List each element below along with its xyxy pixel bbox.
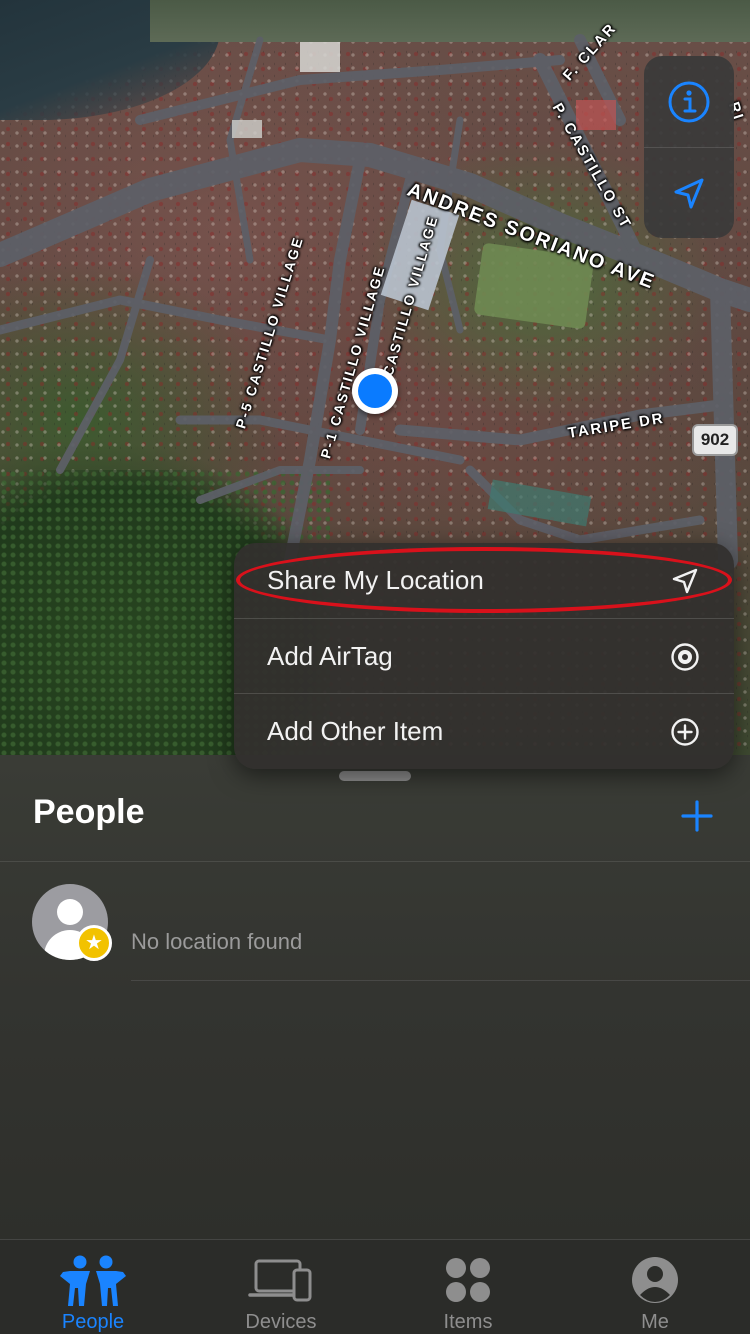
location-arrow-icon	[674, 178, 704, 208]
person-circle-icon	[580, 1252, 730, 1308]
sheet-divider	[0, 861, 750, 862]
people-icon	[18, 1252, 168, 1308]
tab-label: People	[61, 1311, 125, 1333]
person-status: No location found	[131, 929, 303, 954]
sheet-title: People	[33, 793, 145, 831]
tab-devices[interactable]: Devices	[206, 1240, 356, 1334]
menu-item-label: Share My Location	[267, 565, 484, 595]
menu-item-add-other-item[interactable]: Add Other Item	[234, 694, 734, 769]
info-circle-icon	[668, 81, 710, 122]
track-location-button[interactable]	[644, 148, 734, 239]
menu-item-label: Add Other Item	[267, 716, 444, 746]
info-button[interactable]	[644, 56, 734, 147]
tab-people[interactable]: People	[18, 1240, 168, 1334]
items-icon	[393, 1252, 543, 1308]
add-menu: Share My Location Add AirTag Add Other I…	[234, 543, 734, 769]
person-row[interactable]: ★ No location found	[0, 877, 750, 987]
menu-item-label: Add AirTag	[267, 641, 393, 671]
devices-icon	[206, 1252, 356, 1308]
add-button[interactable]	[676, 795, 718, 837]
location-arrow-icon	[672, 568, 698, 593]
menu-item-share-my-location[interactable]: Share My Location	[234, 543, 734, 618]
tab-me[interactable]: Me	[580, 1240, 730, 1334]
tab-label: Me	[641, 1311, 669, 1333]
tab-label: Items	[443, 1311, 493, 1333]
tab-items[interactable]: Items	[393, 1240, 543, 1334]
sheet-grabber[interactable]	[339, 771, 411, 781]
people-sheet: People ★ No location found	[0, 755, 750, 1239]
map-controls	[644, 56, 734, 238]
row-divider	[131, 980, 750, 981]
avatar-head	[57, 899, 83, 925]
star-icon: ★	[76, 925, 112, 961]
tab-label: Devices	[245, 1311, 317, 1333]
route-shield: 902	[692, 424, 738, 456]
menu-item-add-airtag[interactable]: Add AirTag	[234, 619, 734, 694]
current-location-dot	[352, 368, 398, 414]
tab-bar: People Devices Items Me	[0, 1239, 750, 1334]
plus-circle-icon	[671, 717, 699, 746]
plus-icon	[681, 800, 713, 832]
airtag-icon	[671, 642, 699, 671]
